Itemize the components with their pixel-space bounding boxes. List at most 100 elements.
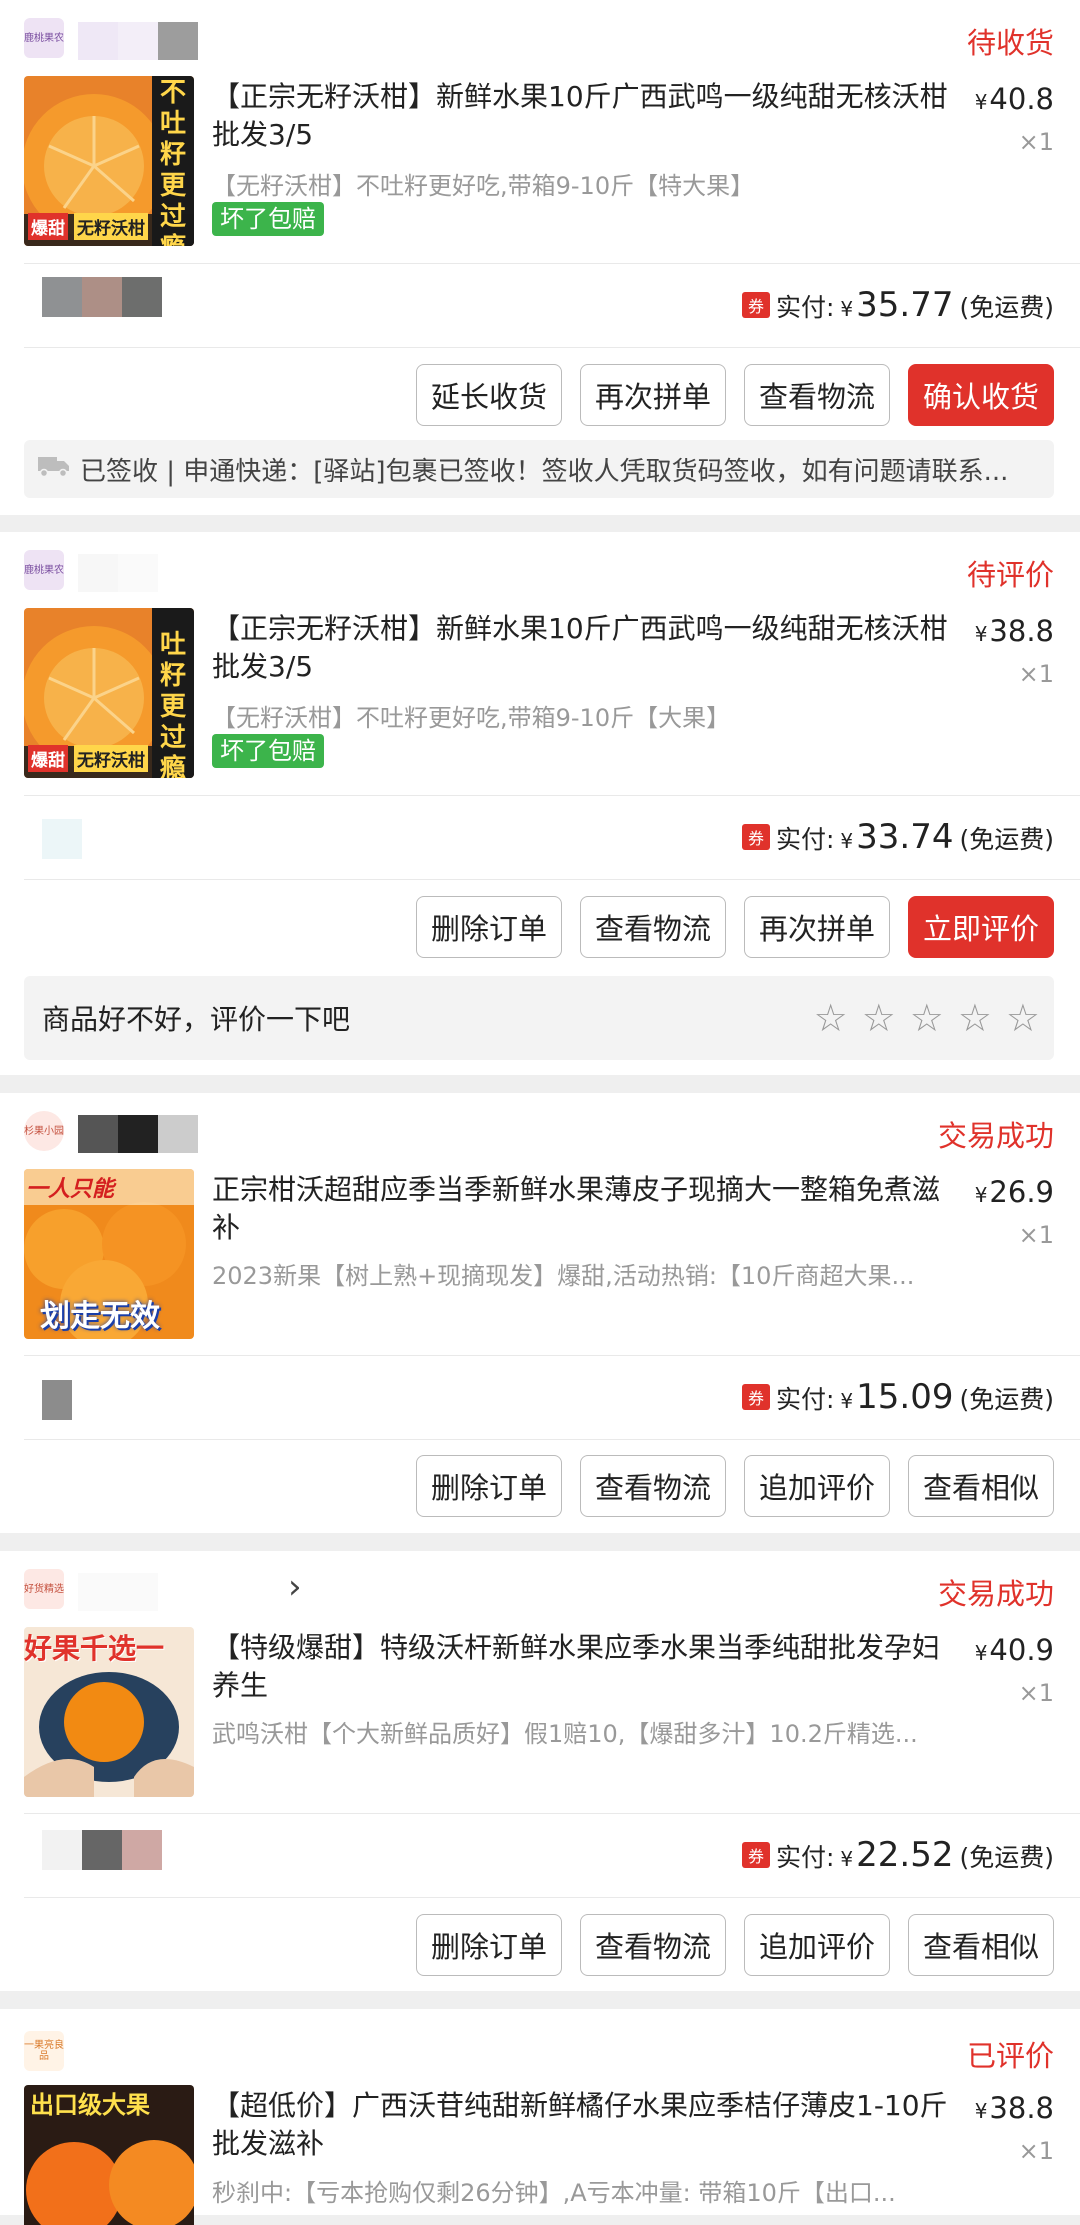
order-actions: 删除订单 查看物流 追加评价 查看相似 [415,1455,1054,1517]
view-logistics-button[interactable]: 查看物流 [579,1914,726,1976]
guarantee-badge: 坏了包赔 [212,202,324,236]
product-image[interactable]: 吐籽更过瘾 爆甜 无籽沃柑 [24,608,194,778]
review-now-button[interactable]: 立即评价 [907,896,1054,958]
guarantee-badge: 坏了包赔 [212,734,324,768]
add-review-button[interactable]: 追加评价 [743,1455,890,1517]
order-card[interactable]: 鹿桃果农 待收货 不吐籽更过瘾 爆甜 无籽沃柑 【正宗无籽沃柑】新鲜水果10斤广… [0,0,1080,515]
reorder-button[interactable]: 再次拼单 [579,364,726,426]
order-status: 交易成功 [937,1577,1054,1611]
paid-amount-value: 33.74 [856,817,954,857]
product-title[interactable]: 【正宗无籽沃柑】新鲜水果10斤广西武鸣一级纯甜无核沃柑批发3/5 [212,610,962,686]
shop-logo[interactable]: 一果亮良品 [24,2031,64,2071]
extend-receipt-button[interactable]: 延长收货 [415,364,562,426]
payment-summary: 券 实付: ¥33.74 (免运费) [741,817,1054,857]
divider [24,1813,1080,1814]
product-image[interactable]: 好果千选一 [24,1627,194,1797]
delete-order-button[interactable]: 删除订单 [415,1455,562,1517]
blurred-info [42,819,82,859]
product-quantity: ×1 [1018,660,1054,688]
product-quantity: ×1 [1018,1679,1054,1707]
product-title[interactable]: 【超低价】广西沃苷纯甜新鲜橘仔水果应季桔仔薄皮1-10斤批发滋补 [212,2087,962,2163]
product-title[interactable]: 【正宗无籽沃柑】新鲜水果10斤广西武鸣一级纯甜无核沃柑批发3/5 [212,78,962,154]
confirm-receipt-button[interactable]: 确认收货 [907,364,1054,426]
divider [24,1439,1080,1440]
star-icon[interactable]: ☆ [958,999,992,1037]
product-price: ¥38.8 [975,614,1054,648]
view-similar-button[interactable]: 查看相似 [907,1455,1054,1517]
product-image[interactable]: 不吐籽更过瘾 爆甜 无籽沃柑 [24,76,194,246]
order-card[interactable]: 鹿桃果农 待评价 吐籽更过瘾 爆甜 无籽沃柑 【正宗无籽沃柑】新鲜水果10斤广西… [0,532,1080,1075]
delete-order-button[interactable]: 删除订单 [415,1914,562,1976]
star-icon[interactable]: ☆ [814,999,848,1037]
thumb-vertical-text: 吐籽更过瘾 [160,630,187,778]
price-value: 26.9 [989,1175,1054,1209]
paid-label: 实付: [775,825,835,854]
shop-name-blurred[interactable] [78,554,158,592]
order-status: 交易成功 [937,1119,1054,1153]
shop-logo[interactable]: 好货精选 [24,1569,64,1609]
shop-name-blurred[interactable] [78,1115,198,1153]
product-title[interactable]: 【特级爆甜】特级沃杆新鲜水果应季水果当季纯甜批发孕妇养生 [212,1629,962,1705]
blurred-info [42,277,162,317]
coupon-icon: 券 [741,1842,770,1868]
order-status: 待评价 [966,558,1054,592]
rating-stars: ☆ ☆ ☆ ☆ ☆ [814,999,1040,1037]
paid-amount-value: 35.77 [856,285,954,325]
add-review-button[interactable]: 追加评价 [743,1914,890,1976]
product-image[interactable]: 出口级大果 [24,2085,194,2225]
star-icon[interactable]: ☆ [862,999,896,1037]
currency-symbol: ¥ [840,297,854,321]
paid-amount-value: 15.09 [856,1377,954,1417]
divider [24,347,1080,348]
shipping-note: (免运费) [959,293,1054,322]
view-logistics-button[interactable]: 查看物流 [743,364,890,426]
order-actions: 删除订单 查看物流 追加评价 查看相似 [415,1914,1054,1976]
shop-logo[interactable]: 杉果小园 [24,1111,64,1151]
shop-logo[interactable]: 鹿桃果农 [24,18,64,58]
product-spec: 【无籽沃柑】不吐籽更好吃,带箱9-10斤【特大果】 [212,172,755,200]
reorder-button[interactable]: 再次拼单 [743,896,890,958]
shop-logo-text: 好货精选 [24,1583,64,1595]
payment-summary: 券 实付: ¥15.09 (免运费) [741,1377,1054,1417]
divider [24,879,1080,880]
currency-symbol: ¥ [974,90,988,114]
star-icon[interactable]: ☆ [1006,999,1040,1037]
price-value: 40.8 [989,82,1054,116]
review-prompt-bar[interactable]: 商品好不好，评价一下吧 ☆ ☆ ☆ ☆ ☆ [24,976,1054,1060]
currency-symbol: ¥ [840,1389,854,1413]
price-value: 40.9 [989,1633,1054,1667]
currency-symbol: ¥ [974,2099,988,2123]
order-actions: 延长收货 再次拼单 查看物流 确认收货 [415,364,1054,426]
delete-order-button[interactable]: 删除订单 [415,896,562,958]
payment-summary: 券 实付: ¥35.77 (免运费) [741,285,1054,325]
shop-logo-text: 一果亮良品 [24,2040,64,2062]
order-card[interactable]: 一果亮良品 已评价 出口级大果 【超低价】广西沃苷纯甜新鲜橘仔水果应季桔仔薄皮1… [0,2009,1080,2225]
shipping-note: (免运费) [959,1843,1054,1872]
shop-name-blurred[interactable] [78,22,198,60]
paid-label: 实付: [775,1843,835,1872]
paid-label: 实付: [775,293,835,322]
order-card[interactable]: 杉果小园 交易成功 一人只能 划走无效 正宗柑沃超甜应季当季新鲜水果薄皮子现摘大… [0,1093,1080,1533]
product-price: ¥40.8 [975,82,1054,116]
paid-amount: ¥35.77 [840,285,953,325]
order-status: 已评价 [966,2039,1054,2073]
paid-label: 实付: [775,1385,835,1414]
view-similar-button[interactable]: 查看相似 [907,1914,1054,1976]
blurred-info [42,1830,162,1870]
view-logistics-button[interactable]: 查看物流 [579,896,726,958]
product-image[interactable]: 一人只能 划走无效 [24,1169,194,1339]
view-logistics-button[interactable]: 查看物流 [579,1455,726,1517]
product-title[interactable]: 正宗柑沃超甜应季当季新鲜水果薄皮子现摘大一整箱免煮滋补 [212,1171,962,1247]
shop-logo[interactable]: 鹿桃果农 [24,550,64,590]
order-card[interactable]: 好货精选 › 交易成功 好果千选一 【特级爆甜】特级沃杆新鲜水果应季水果当季纯甜… [0,1551,1080,1991]
logistics-bar[interactable]: 已签收 | 申通快递：[驿站]包裹已签收！签收人凭取货码签收，如有问题请联系..… [24,440,1054,498]
thumb-banner-text: 一人只能 [26,1177,115,1202]
product-spec: 【无籽沃柑】不吐籽更好吃,带箱9-10斤【大果】 [212,704,731,732]
thumb-vertical-text: 不吐籽更过瘾 [160,78,187,246]
shop-name-blurred[interactable] [78,1573,158,1611]
chevron-right-icon[interactable]: › [288,1567,302,1607]
coupon-icon: 券 [741,1384,770,1410]
star-icon[interactable]: ☆ [910,999,944,1037]
product-spec: 2023新果【树上熟+现摘现发】爆甜,活动热销:【10斤商超大果... [212,1262,915,1290]
product-spec: 秒刹中:【亏本抢购仅剩26分钟】,A亏本冲量: 带箱10斤【出口... [212,2179,896,2207]
